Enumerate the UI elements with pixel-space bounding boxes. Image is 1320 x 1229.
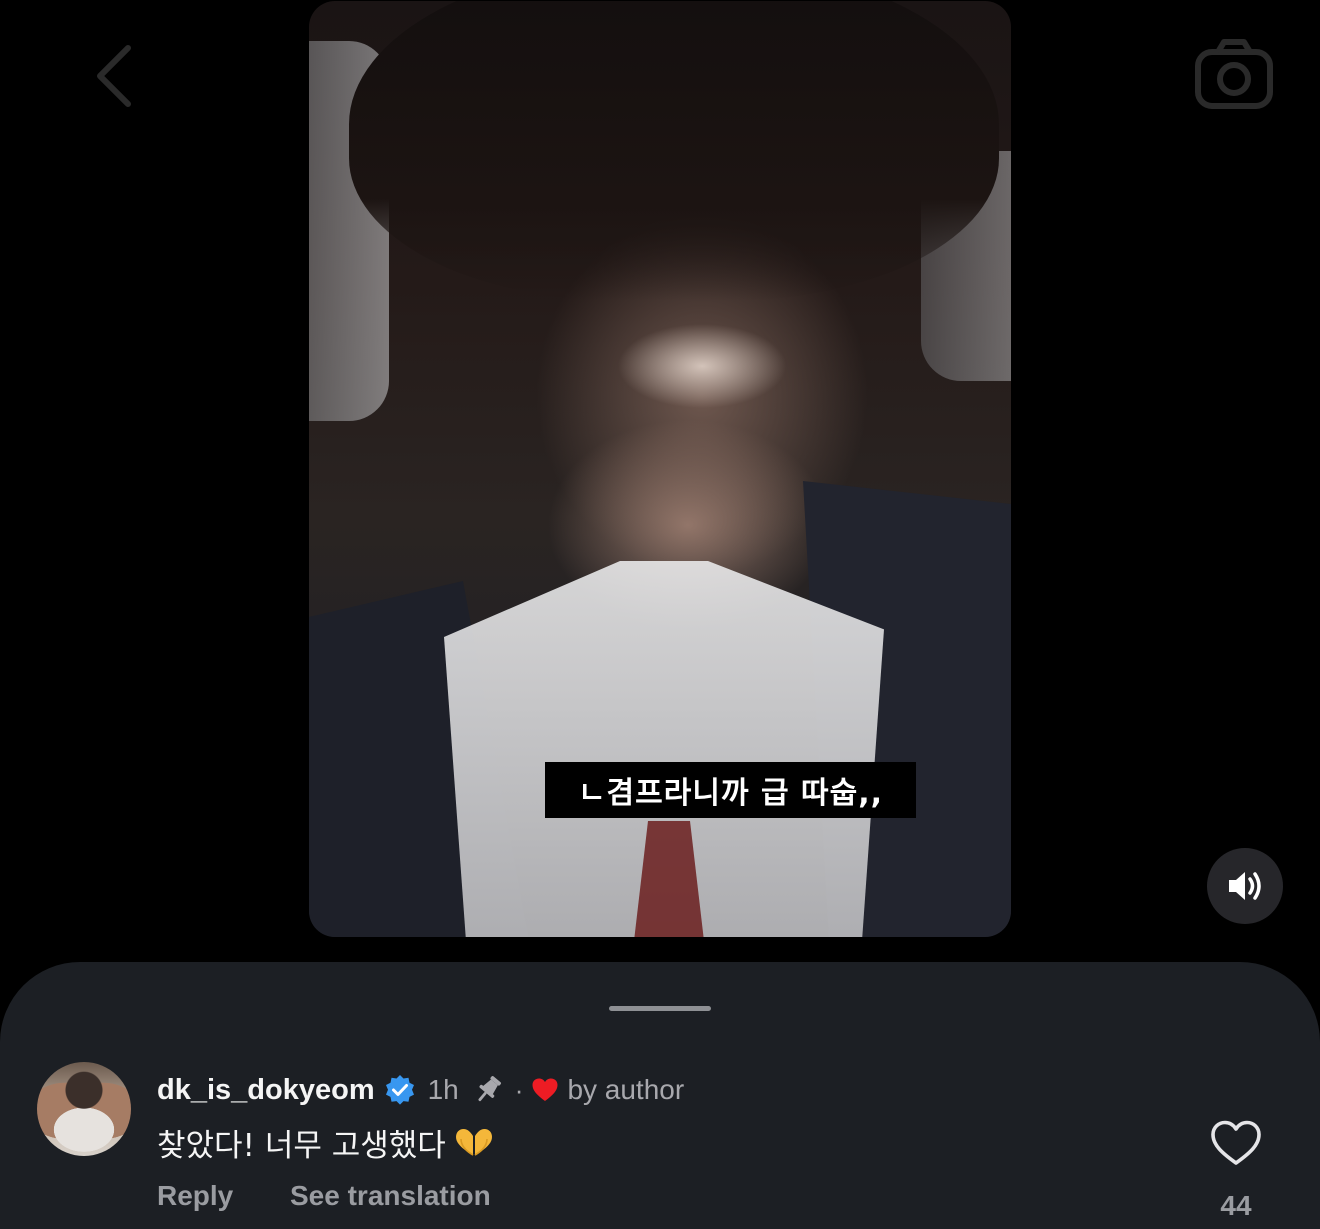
see-translation-button[interactable]: See translation (290, 1180, 491, 1212)
reply-button[interactable]: Reply (157, 1180, 233, 1212)
heart-hands-icon (455, 1128, 492, 1156)
liked-by-author-label: by author (567, 1074, 685, 1105)
comment-timestamp: 1h (427, 1074, 459, 1105)
volume-button[interactable] (1207, 848, 1283, 924)
separator-dot: · (514, 1074, 524, 1105)
comment-body: 찾았다! 너무 고생했다 (157, 1120, 496, 1165)
video-subject-hair (349, 1, 999, 301)
drag-handle[interactable] (609, 1006, 711, 1011)
like-count: 44 (1220, 1190, 1252, 1221)
verified-badge-icon (385, 1075, 414, 1105)
comment-username[interactable]: dk_is_dokyeom (157, 1074, 375, 1107)
video-caption: ㄴ겸프라니까 급 따숩,, (545, 762, 916, 818)
pin-icon (478, 1076, 501, 1102)
camera-icon[interactable] (1192, 36, 1276, 112)
comment-sheet: dk_is_dokyeom 1h · by author 찾았다! 너무 고생했… (0, 962, 1320, 1229)
heart-filled-icon (532, 1078, 558, 1101)
comment-header: dk_is_dokyeom 1h · by author (157, 1070, 684, 1110)
comment-text: 찾았다! 너무 고생했다 (157, 1128, 446, 1164)
chevron-left-icon[interactable] (88, 40, 148, 112)
video-caption-text: ㄴ겸프라니까 급 따숩,, (577, 776, 884, 811)
avatar[interactable] (37, 1062, 131, 1156)
speaker-icon (1229, 872, 1261, 900)
heart-outline-icon[interactable] (1209, 1118, 1263, 1168)
